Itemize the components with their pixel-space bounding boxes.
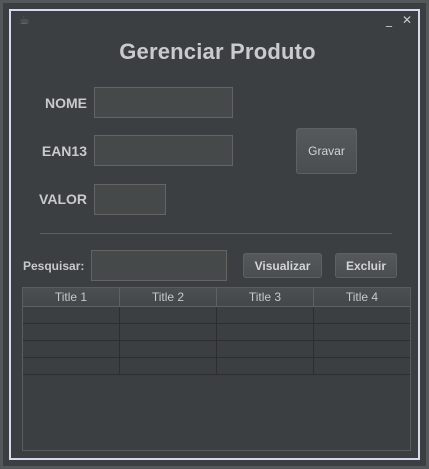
gravar-button[interactable]: Gravar: [296, 128, 357, 174]
table-cell[interactable]: [314, 307, 410, 323]
table-row[interactable]: [23, 324, 410, 341]
table-cell[interactable]: [23, 341, 120, 357]
column-header-title-4[interactable]: Title 4: [314, 288, 410, 306]
table-cell[interactable]: [120, 307, 217, 323]
table-cell[interactable]: [23, 307, 120, 323]
table-cell[interactable]: [120, 341, 217, 357]
table-row[interactable]: [23, 307, 410, 324]
ean13-field[interactable]: [94, 135, 233, 166]
table-cell[interactable]: [217, 307, 314, 323]
java-cup-icon: ☕: [19, 13, 30, 27]
search-label: Pesquisar:: [23, 259, 85, 273]
table-cell[interactable]: [120, 358, 217, 374]
nome-label: NOME: [45, 95, 87, 111]
form-separator: [40, 233, 392, 234]
product-table[interactable]: Title 1 Title 2 Title 3 Title 4: [22, 287, 411, 451]
table-cell[interactable]: [217, 358, 314, 374]
table-row[interactable]: [23, 358, 410, 375]
search-input[interactable]: [91, 250, 227, 281]
close-button[interactable]: ✕: [400, 13, 414, 27]
column-header-title-1[interactable]: Title 1: [23, 288, 120, 306]
table-cell[interactable]: [23, 358, 120, 374]
table-cell[interactable]: [314, 324, 410, 340]
table-body: [23, 307, 410, 375]
table-cell[interactable]: [120, 324, 217, 340]
table-header: Title 1 Title 2 Title 3 Title 4: [23, 288, 410, 307]
table-cell[interactable]: [217, 341, 314, 357]
visualizar-button[interactable]: Visualizar: [243, 253, 322, 278]
column-header-title-3[interactable]: Title 3: [217, 288, 314, 306]
valor-label: VALOR: [39, 191, 87, 207]
title-bar[interactable]: ☕ _ ✕: [11, 13, 416, 29]
table-row[interactable]: [23, 341, 410, 358]
table-cell[interactable]: [314, 341, 410, 357]
page-title: Gerenciar Produto: [119, 39, 316, 64]
table-cell[interactable]: [314, 358, 410, 374]
valor-field[interactable]: [94, 184, 166, 215]
table-cell[interactable]: [23, 324, 120, 340]
excluir-button[interactable]: Excluir: [335, 253, 397, 278]
minimize-button[interactable]: _: [382, 13, 396, 27]
application-window: ☕ _ ✕ Gerenciar Produto NOME EAN13 VALOR…: [0, 0, 429, 469]
table-cell[interactable]: [217, 324, 314, 340]
column-header-title-2[interactable]: Title 2: [120, 288, 217, 306]
nome-field[interactable]: [94, 87, 233, 118]
ean13-label: EAN13: [41, 143, 87, 159]
